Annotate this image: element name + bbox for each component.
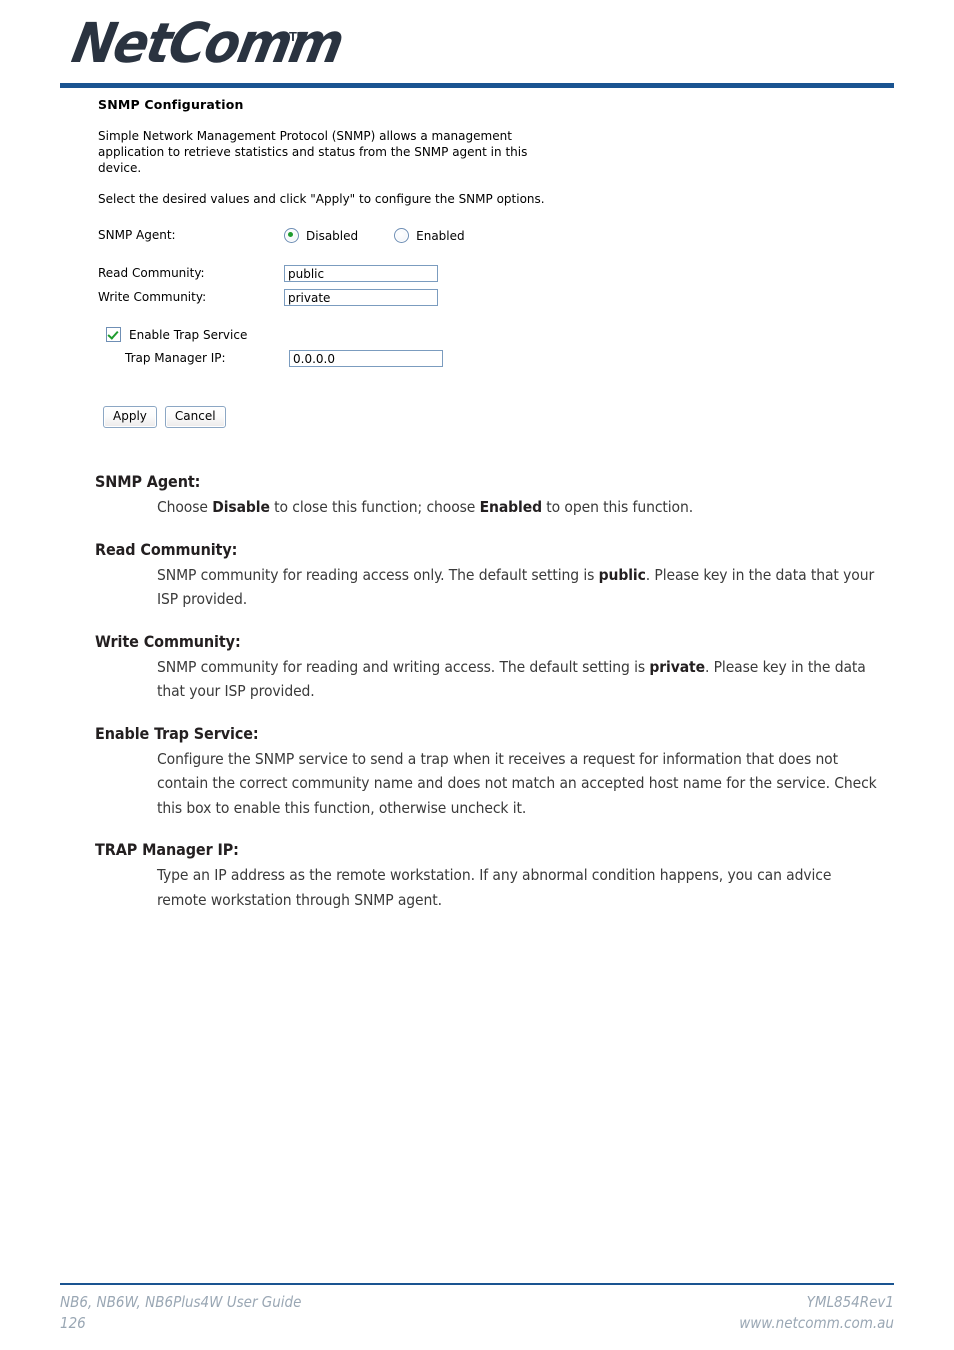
emphasised-term: public	[598, 565, 646, 584]
checkbox-checked-icon[interactable]	[106, 327, 121, 342]
radio-enabled-label: Enabled	[416, 228, 465, 243]
definition-block: Read Community: SNMP community for readin…	[95, 540, 885, 612]
definition-term: Enable Trap Service:	[95, 723, 259, 743]
footer-columns: NB6, NB6W, NB6Plus4W User Guide 126 YML8…	[60, 1292, 894, 1334]
radio-option-enabled[interactable]: Enabled	[394, 228, 465, 243]
radio-enabled-icon[interactable]	[394, 228, 410, 243]
footer-revision: YML854Rev1	[806, 1293, 894, 1311]
panel-title: SNMP Configuration	[98, 97, 244, 112]
emphasised-term: Disable	[212, 498, 270, 516]
panel-intro-paragraph: Simple Network Management Protocol (SNMP…	[98, 129, 528, 175]
enable-trap-service-row[interactable]: Enable Trap Service	[106, 327, 568, 342]
enable-trap-service-label: Enable Trap Service	[129, 327, 248, 342]
read-community-row: Read Community:	[98, 264, 568, 283]
page-footer: NB6, NB6W, NB6Plus4W User Guide 126 YML8…	[60, 1283, 894, 1334]
cancel-button[interactable]: Cancel	[164, 406, 226, 428]
community-fields: Read Community: Write Community:	[98, 264, 568, 307]
footer-website: www.netcomm.com.au	[739, 1314, 894, 1332]
trap-manager-ip-label: Trap Manager IP:	[125, 351, 226, 365]
definition-description: SNMP community for reading and writing a…	[157, 657, 866, 701]
write-community-input[interactable]	[284, 289, 438, 306]
snmp-configuration-panel: SNMP Configuration Simple Network Manage…	[98, 97, 568, 428]
page-header: NetComm TM	[0, 0, 954, 92]
definition-term: Read Community:	[95, 539, 238, 559]
read-community-label: Read Community:	[98, 266, 205, 280]
emphasised-term: private	[649, 657, 705, 676]
footer-guide-title: NB6, NB6W, NB6Plus4W User Guide	[60, 1293, 302, 1311]
trap-manager-ip-row: Trap Manager IP:	[125, 349, 568, 368]
trademark-symbol: TM	[289, 29, 307, 44]
emphasised-term: Enabled	[479, 498, 542, 516]
radio-disabled-label: Disabled	[306, 228, 359, 243]
snmp-agent-label: SNMP Agent:	[98, 228, 176, 242]
footer-right-block: YML854Rev1 www.netcomm.com.au	[739, 1292, 894, 1334]
definition-block: Write Community: SNMP community for readi…	[95, 632, 885, 704]
field-descriptions: SNMP Agent: Choose Disable to close this …	[95, 472, 885, 912]
definition-description: Configure the SNMP service to send a tra…	[157, 749, 877, 817]
radio-option-disabled[interactable]: Disabled	[284, 228, 358, 243]
write-community-row: Write Community:	[98, 288, 568, 307]
footer-divider-rule	[60, 1283, 894, 1285]
definition-term: Write Community:	[95, 631, 241, 651]
footer-page-number: 126	[60, 1314, 86, 1332]
snmp-agent-row: SNMP Agent: Disabled Enabled	[98, 226, 568, 245]
definition-description: Type an IP address as the remote worksta…	[157, 866, 832, 909]
panel-button-bar: Apply Cancel	[103, 406, 568, 428]
header-divider-rule	[60, 83, 894, 88]
definition-term: SNMP Agent:	[95, 472, 201, 491]
apply-button[interactable]: Apply	[103, 406, 157, 428]
read-community-input[interactable]	[284, 265, 438, 282]
trap-manager-ip-input[interactable]	[289, 350, 443, 367]
radio-disabled-icon[interactable]	[284, 228, 299, 243]
definition-block: SNMP Agent: Choose Disable to close this …	[95, 472, 885, 520]
definition-block: TRAP Manager IP: Type an IP address as th…	[95, 840, 885, 912]
footer-left-block: NB6, NB6W, NB6Plus4W User Guide 126	[60, 1292, 301, 1334]
definition-term: TRAP Manager IP:	[95, 840, 239, 859]
definition-description: SNMP community for reading access only. …	[157, 565, 875, 609]
panel-instruction-paragraph: Select the desired values and click "App…	[98, 192, 545, 206]
definition-block: Enable Trap Service: Configure the SNMP s…	[95, 724, 885, 821]
write-community-label: Write Community:	[98, 290, 207, 304]
definition-description: Choose Disable to close this function; c…	[157, 498, 694, 516]
